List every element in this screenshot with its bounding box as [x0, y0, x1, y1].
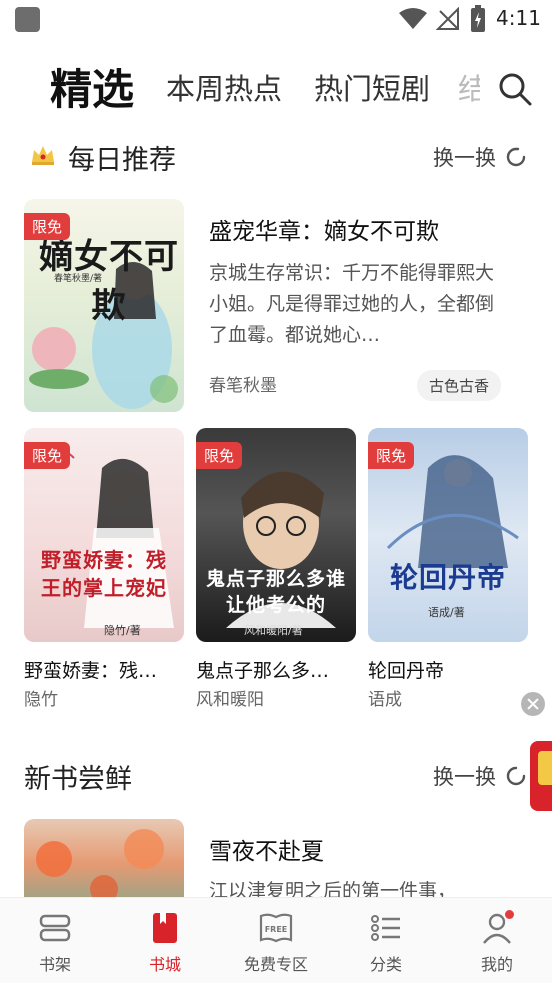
refresh-icon	[506, 147, 526, 167]
genre-tag[interactable]: 古色古香	[417, 370, 502, 401]
wifi-icon	[399, 8, 427, 29]
featured-cover-author: 春笔秋墨/著	[54, 274, 103, 284]
book-1-cover-author: 隐竹/著	[104, 624, 141, 637]
book-2-cover-title: 鬼点子那么多谁让他考公的	[205, 568, 346, 616]
book-cover-1[interactable]: 野蛮娇妻：残王的掌上宠妃 隐竹/著 限免	[24, 428, 184, 642]
nav-label: 书架	[38, 955, 71, 974]
daily-section-title: 每日推荐	[68, 145, 176, 176]
book-2-title[interactable]: 鬼点子那么多谁让他考公的	[196, 656, 348, 683]
book-1-author: 隐竹	[24, 690, 58, 710]
book-3-title[interactable]: 轮回丹帝	[368, 656, 520, 683]
new-books-section-title: 新书尝鲜	[24, 764, 132, 795]
nav-free-zone[interactable]: FREE 免费专区	[221, 898, 331, 983]
nav-label: 免费专区	[243, 955, 308, 974]
book-3-cover-author: 语成/著	[428, 606, 465, 619]
tab-more[interactable]: 结	[458, 66, 480, 108]
book-1-title[interactable]: 野蛮娇妻：残王的掌上宠妃	[24, 656, 176, 683]
book-3-cover-title: 轮回丹帝	[389, 561, 506, 594]
book-2-author: 风和暖阳	[196, 690, 264, 710]
free-tag: 限免	[24, 213, 71, 240]
free-tag: 限免	[196, 442, 243, 469]
category-icon	[371, 915, 400, 941]
tab-weekly-hot[interactable]: 本周热点	[166, 66, 282, 108]
free-book-icon: FREE	[259, 913, 293, 943]
new-books-section-header: 新书尝鲜 换一换	[0, 753, 552, 797]
featured-book-title[interactable]: 盛宠华章：嫡女不可欺	[209, 212, 439, 246]
nav-label: 书城	[148, 955, 181, 974]
new-book-title[interactable]: 雪夜不赴夏	[209, 832, 324, 866]
book-cover-3[interactable]: 轮回丹帝 语成/著 限免	[368, 428, 528, 642]
refresh-label: 换一换	[433, 146, 496, 170]
bottom-nav: 书架 书城 FREE 免费专区 分类 我的	[0, 897, 552, 983]
featured-book-cover[interactable]: 嫡女不可欺 春笔秋墨/著 限免	[24, 199, 184, 412]
featured-book-author: 春笔秋墨	[209, 376, 277, 396]
new-book-cover[interactable]	[24, 819, 184, 909]
bookshelf-icon	[39, 914, 71, 942]
refresh-label: 换一换	[433, 765, 496, 789]
bookstore-icon	[153, 913, 177, 943]
close-icon[interactable]	[521, 692, 545, 716]
search-icon[interactable]	[496, 70, 534, 108]
status-bar: 4:11	[0, 0, 552, 40]
status-time: 4:11	[496, 6, 541, 30]
nav-profile[interactable]: 我的	[442, 898, 552, 983]
free-tag: 限免	[24, 442, 71, 469]
book-2-cover-author: 风和暖阳/著	[244, 624, 303, 637]
new-books-refresh-button[interactable]: 换一换	[433, 761, 528, 791]
tab-hot-drama[interactable]: 热门短剧	[314, 66, 430, 108]
nav-bookstore[interactable]: 书城	[110, 898, 220, 983]
free-tag: 限免	[368, 442, 415, 469]
refresh-icon	[506, 766, 526, 786]
book-cover-2[interactable]: 鬼点子那么多谁让他考公的 风和暖阳/著 限免	[196, 428, 356, 642]
daily-refresh-button[interactable]: 换一换	[433, 142, 528, 172]
free-icon-text: FREE	[265, 925, 288, 934]
no-signal-icon	[436, 7, 459, 30]
book-1-cover-title: 野蛮娇妻：残王的掌上宠妃	[41, 548, 167, 600]
app-icon	[15, 7, 40, 32]
nav-label: 分类	[369, 955, 402, 974]
book-3-author: 语成	[368, 690, 402, 710]
battery-charging-icon	[471, 5, 485, 32]
top-tabs: 精选 本周热点 热门短剧 结	[0, 52, 552, 122]
notification-dot	[505, 910, 514, 919]
cover-art	[36, 829, 164, 903]
nav-category[interactable]: 分类	[331, 898, 441, 983]
nav-label: 我的	[480, 955, 513, 974]
crown-icon	[32, 146, 54, 165]
nav-bookshelf[interactable]: 书架	[0, 898, 110, 983]
featured-book-description: 京城生存常识：千万不能得罪熙大小姐。凡是得罪过她的人，全都倒了血霉。都说她心…	[209, 262, 495, 346]
daily-section-header: 每日推荐 换一换	[0, 134, 552, 178]
tab-featured[interactable]: 精选	[50, 56, 134, 117]
